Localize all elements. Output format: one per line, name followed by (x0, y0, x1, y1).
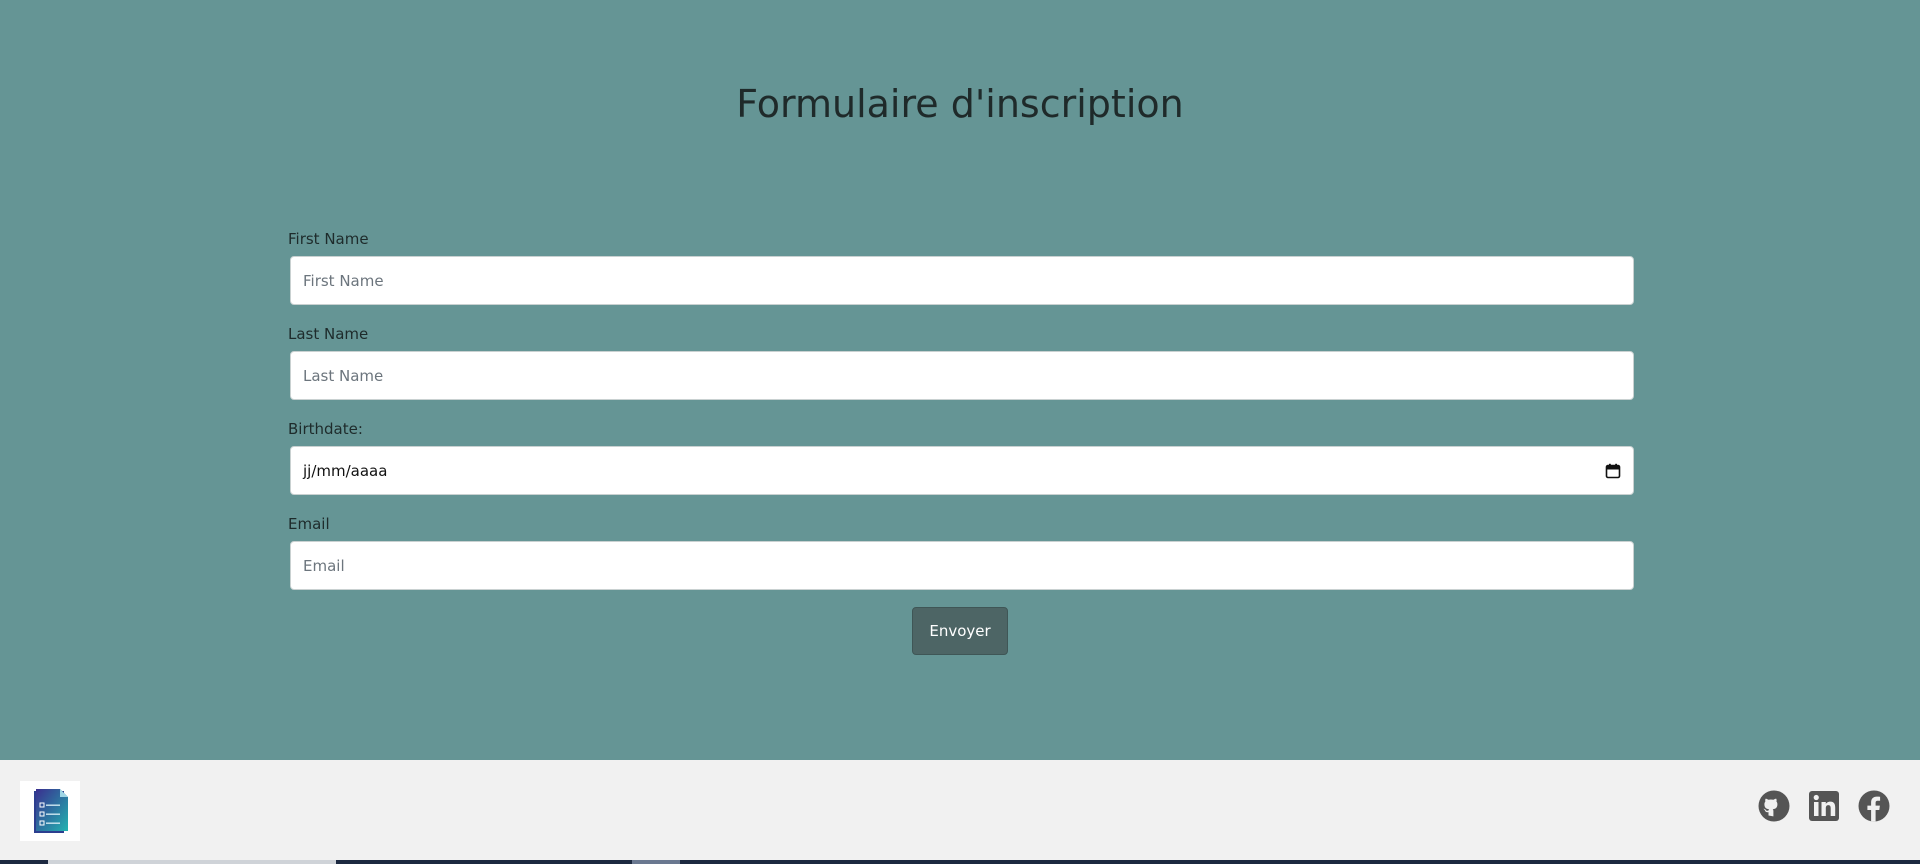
main-section: Formulaire d'inscription First Name Last… (0, 0, 1920, 760)
bottom-strip-segment (48, 860, 336, 864)
last-name-input[interactable] (290, 351, 1634, 400)
birthdate-input[interactable]: jj/mm/aaaa (290, 446, 1634, 495)
form-document-icon[interactable] (20, 781, 80, 841)
birthdate-format-text: jj/mm/aaaa (303, 461, 388, 480)
page-title: Formulaire d'inscription (736, 82, 1184, 126)
submit-button[interactable]: Envoyer (912, 607, 1008, 655)
facebook-icon[interactable] (1858, 790, 1890, 822)
first-name-input[interactable] (290, 256, 1634, 305)
github-icon[interactable] (1758, 790, 1790, 822)
first-name-label: First Name (288, 230, 369, 248)
calendar-icon[interactable] (1605, 463, 1621, 479)
email-label: Email (288, 515, 330, 533)
email-input[interactable] (290, 541, 1634, 590)
last-name-label: Last Name (288, 325, 369, 343)
bottom-strip-segment (632, 860, 680, 864)
birthdate-label: Birthdate: (288, 420, 363, 438)
bottom-strip (0, 860, 1920, 864)
footer (0, 760, 1920, 864)
linkedin-icon[interactable] (1808, 790, 1840, 822)
